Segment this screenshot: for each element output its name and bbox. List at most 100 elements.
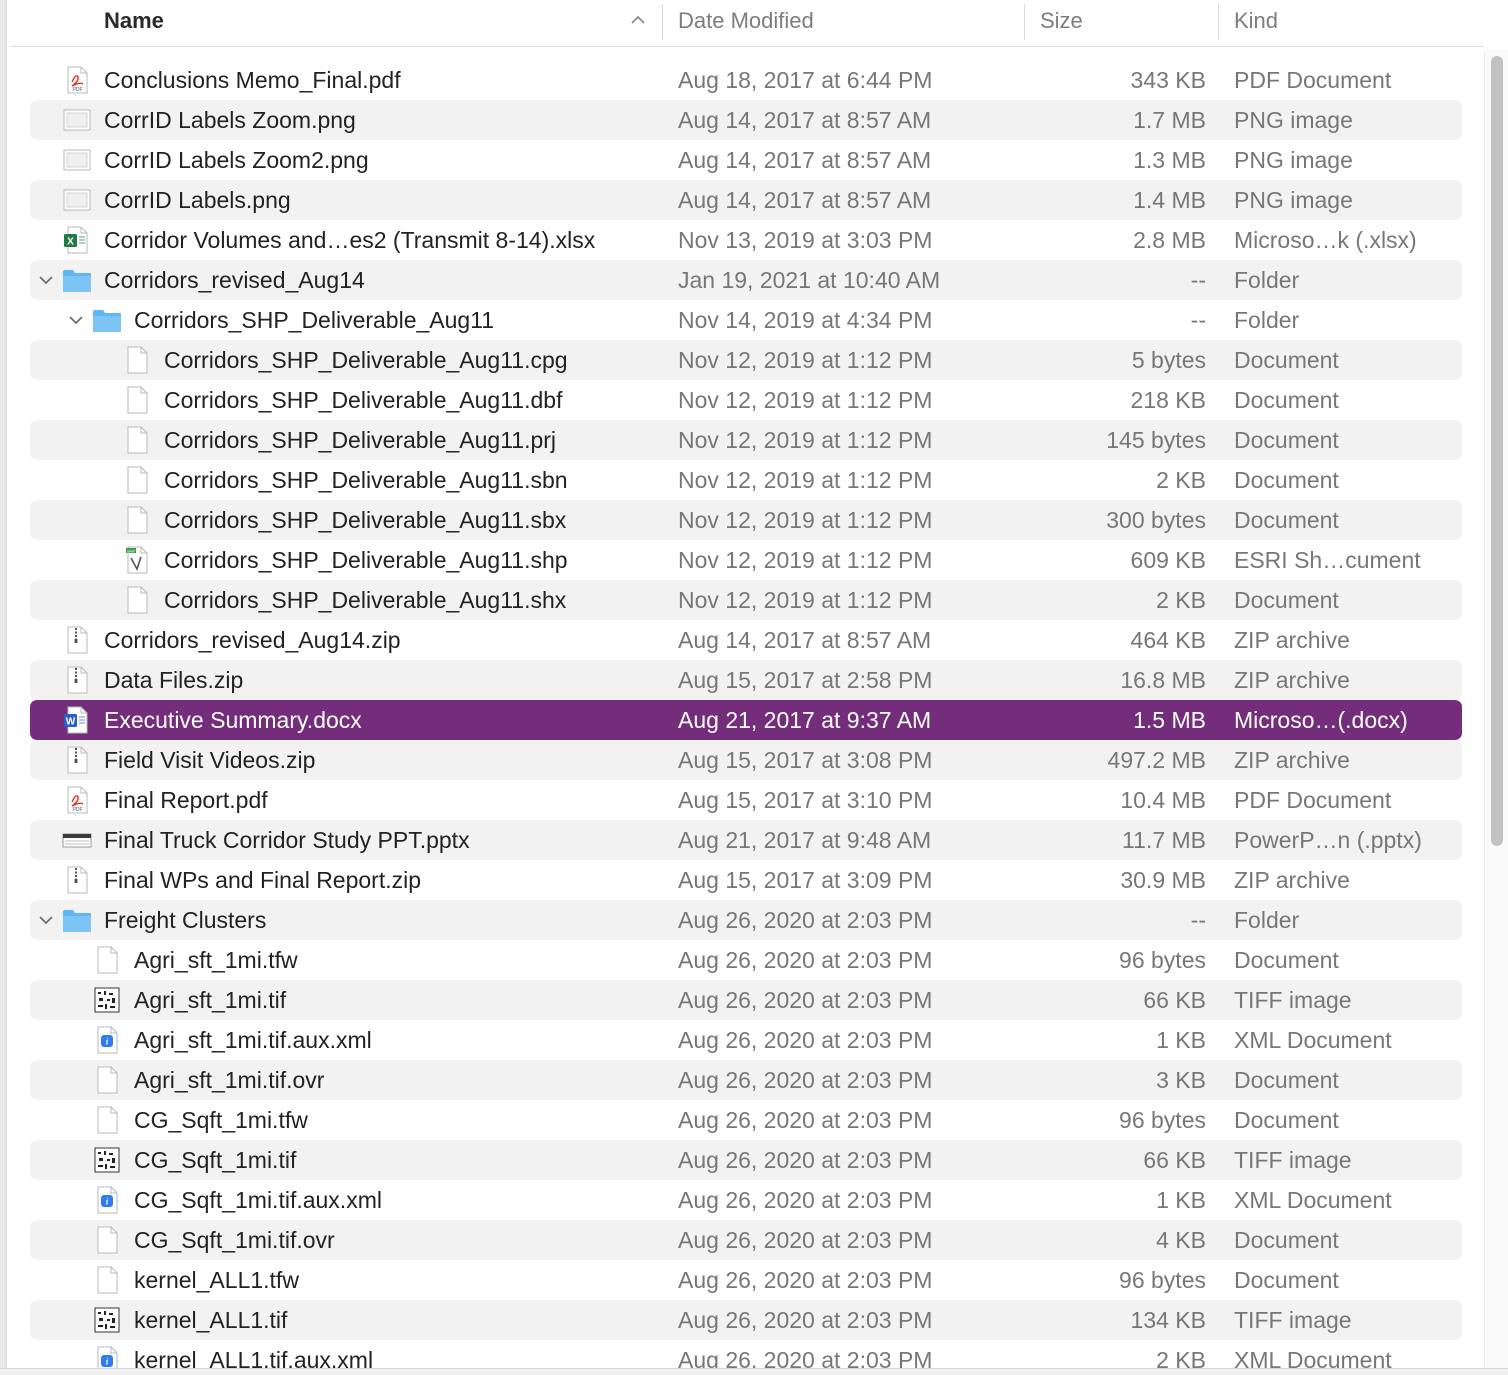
file-name[interactable]: Final Truck Corridor Study PPT.pptx — [104, 820, 470, 860]
file-row[interactable]: Agri_sft_1mi.tfw Aug 26, 2020 at 2:03 PM 9… — [30, 940, 1462, 980]
file-name[interactable]: CG_Sqft_1mi.tif.ovr — [134, 1220, 335, 1260]
file-name[interactable]: CG_Sqft_1mi.tif.aux.xml — [134, 1180, 382, 1220]
file-row[interactable]: Final Truck Corridor Study PPT.pptx Aug 2… — [30, 820, 1462, 860]
file-row[interactable]: PDF Conclusions Memo_Final.pdf Aug 18, 201… — [30, 60, 1462, 100]
file-kind: Document — [1234, 1067, 1339, 1093]
file-row[interactable]: kernel_ALL1.tif Aug 26, 2020 at 2:03 PM 13… — [30, 1300, 1462, 1340]
excel-icon: X — [64, 226, 88, 254]
file-name[interactable]: Corridors_SHP_Deliverable_Aug11.cpg — [164, 340, 568, 380]
file-row[interactable]: CorrID Labels.png Aug 14, 2017 at 8:57 AM… — [30, 180, 1462, 220]
file-name[interactable]: Corridors_SHP_Deliverable_Aug11.dbf — [164, 380, 562, 420]
file-list[interactable]: PDF Conclusions Memo_Final.pdf Aug 18, 201… — [0, 60, 1490, 1374]
file-name[interactable]: Corridors_SHP_Deliverable_Aug11 — [134, 300, 494, 340]
disclosure-chevron-down-icon[interactable] — [36, 270, 56, 290]
file-name[interactable]: Agri_sft_1mi.tif — [134, 980, 286, 1020]
zip-icon — [67, 666, 88, 694]
file-row[interactable]: Corridors_SHP_Deliverable_Aug11.cpg Nov 1… — [30, 340, 1462, 380]
file-row[interactable]: SHP Corridors_SHP_Deliverable_Aug11.shp No… — [30, 540, 1462, 580]
file-name[interactable]: Corridors_SHP_Deliverable_Aug11.shx — [164, 580, 566, 620]
date-modified: Aug 15, 2017 at 3:09 PM — [678, 867, 933, 893]
file-row[interactable]: Field Visit Videos.zip Aug 15, 2017 at 3:… — [30, 740, 1462, 780]
file-name[interactable]: Corridor Volumes and…es2 (Transmit 8-14)… — [104, 220, 595, 260]
file-name[interactable]: Corridors_revised_Aug14.zip — [104, 620, 401, 660]
file-name[interactable]: Corridors_SHP_Deliverable_Aug11.sbx — [164, 500, 566, 540]
disclosure-chevron-down-icon[interactable] — [36, 910, 56, 930]
file-name[interactable]: Final Report.pdf — [104, 780, 268, 820]
disclosure-chevron-down-icon[interactable] — [66, 310, 86, 330]
file-name[interactable]: Final WPs and Final Report.zip — [104, 860, 421, 900]
file-name[interactable]: Agri_sft_1mi.tif.aux.xml — [134, 1020, 372, 1060]
file-size: 218 KB — [1130, 387, 1206, 413]
file-row[interactable]: Corridors_SHP_Deliverable_Aug11.sbx Nov 1… — [30, 500, 1462, 540]
file-name[interactable]: CG_Sqft_1mi.tfw — [134, 1100, 308, 1140]
file-name[interactable]: Corridors_SHP_Deliverable_Aug11.sbn — [164, 460, 568, 500]
file-name[interactable]: kernel_ALL1.tfw — [134, 1260, 299, 1300]
file-row[interactable]: CG_Sqft_1mi.tif Aug 26, 2020 at 2:03 PM 66… — [30, 1140, 1462, 1180]
file-size: 2.8 MB — [1133, 227, 1206, 253]
file-row[interactable]: Agri_sft_1mi.tif.ovr Aug 26, 2020 at 2:03… — [30, 1060, 1462, 1100]
file-name[interactable]: Corridors_revised_Aug14 — [104, 260, 365, 300]
file-row[interactable]: Corridors_SHP_Deliverable_Aug11.dbf Nov 1… — [30, 380, 1462, 420]
file-row[interactable]: W Executive Summary.docx Aug 21, 2017 at 9… — [30, 700, 1462, 740]
file-name[interactable]: Data Files.zip — [104, 660, 243, 700]
vertical-scrollbar[interactable] — [1484, 50, 1508, 1374]
file-name[interactable]: CorrID Labels Zoom.png — [104, 100, 356, 140]
file-name[interactable]: Corridors_SHP_Deliverable_Aug11.prj — [164, 420, 556, 460]
file-name[interactable]: Executive Summary.docx — [104, 700, 362, 740]
folder-row[interactable]: Freight Clusters Aug 26, 2020 at 2:03 PM -… — [30, 900, 1462, 940]
column-separator[interactable] — [662, 4, 663, 40]
file-row[interactable]: CG_Sqft_1mi.tfw Aug 26, 2020 at 2:03 PM 96… — [30, 1100, 1462, 1140]
file-size: 497.2 MB — [1107, 747, 1206, 773]
file-kind: PNG image — [1234, 107, 1353, 133]
date-modified: Nov 12, 2019 at 1:12 PM — [678, 347, 933, 373]
scrollbar-thumb[interactable] — [1491, 56, 1503, 846]
file-row[interactable]: X Corridor Volumes and…es2 (Transmit 8-14… — [30, 220, 1462, 260]
file-name[interactable]: Field Visit Videos.zip — [104, 740, 315, 780]
file-name[interactable]: CorrID Labels.png — [104, 180, 291, 220]
folder-row[interactable]: Corridors_revised_Aug14 Jan 19, 2021 at 1… — [30, 260, 1462, 300]
file-name[interactable]: Agri_sft_1mi.tfw — [134, 940, 298, 980]
file-name[interactable]: Agri_sft_1mi.tif.ovr — [134, 1060, 324, 1100]
file-row[interactable]: Corridors_SHP_Deliverable_Aug11.prj Nov 1… — [30, 420, 1462, 460]
file-row[interactable]: i Agri_sft_1mi.tif.aux.xml Aug 26, 2020 at… — [30, 1020, 1462, 1060]
file-row[interactable]: Agri_sft_1mi.tif Aug 26, 2020 at 2:03 PM 6… — [30, 980, 1462, 1020]
folder-row[interactable]: Corridors_SHP_Deliverable_Aug11 Nov 14, 2… — [30, 300, 1462, 340]
file-size: -- — [1190, 307, 1206, 333]
file-name[interactable]: Conclusions Memo_Final.pdf — [104, 60, 401, 100]
file-name[interactable]: Freight Clusters — [104, 900, 266, 940]
sort-ascending-chevron-icon[interactable] — [628, 10, 648, 30]
file-row[interactable]: kernel_ALL1.tfw Aug 26, 2020 at 2:03 PM 96… — [30, 1260, 1462, 1300]
document-icon — [97, 946, 118, 974]
column-header-name[interactable]: Name — [104, 0, 164, 46]
document-icon — [127, 506, 148, 534]
file-row[interactable]: CorrID Labels Zoom2.png Aug 14, 2017 at 8… — [30, 140, 1462, 180]
file-row[interactable]: PDF Final Report.pdf Aug 15, 2017 at 3:10 … — [30, 780, 1462, 820]
file-row[interactable]: Corridors_SHP_Deliverable_Aug11.shx Nov 1… — [30, 580, 1462, 620]
file-name[interactable]: CorrID Labels Zoom2.png — [104, 140, 369, 180]
column-separator[interactable] — [1218, 4, 1219, 40]
column-header-kind[interactable]: Kind — [1234, 0, 1278, 46]
file-row[interactable]: i CG_Sqft_1mi.tif.aux.xml Aug 26, 2020 at … — [30, 1180, 1462, 1220]
document-icon — [97, 1106, 118, 1134]
column-separator[interactable] — [1024, 4, 1025, 40]
date-modified: Aug 26, 2020 at 2:03 PM — [678, 1187, 933, 1213]
date-modified: Aug 26, 2020 at 2:03 PM — [678, 1227, 933, 1253]
file-size: 343 KB — [1130, 67, 1206, 93]
file-name[interactable]: Corridors_SHP_Deliverable_Aug11.shp — [164, 540, 568, 580]
date-modified: Aug 15, 2017 at 2:58 PM — [678, 667, 933, 693]
column-header-size[interactable]: Size — [1040, 0, 1083, 46]
file-row[interactable]: CorrID Labels Zoom.png Aug 14, 2017 at 8:… — [30, 100, 1462, 140]
file-kind: Document — [1234, 947, 1339, 973]
file-row[interactable]: Data Files.zip Aug 15, 2017 at 2:58 PM 16.… — [30, 660, 1462, 700]
column-header-date-modified[interactable]: Date Modified — [678, 0, 814, 46]
file-row[interactable]: CG_Sqft_1mi.tif.ovr Aug 26, 2020 at 2:03 … — [30, 1220, 1462, 1260]
date-modified: Aug 26, 2020 at 2:03 PM — [678, 907, 933, 933]
file-row[interactable]: Corridors_SHP_Deliverable_Aug11.sbn Nov 1… — [30, 460, 1462, 500]
tiff-icon — [94, 987, 120, 1013]
file-row[interactable]: Corridors_revised_Aug14.zip Aug 14, 2017 … — [30, 620, 1462, 660]
file-name[interactable]: CG_Sqft_1mi.tif — [134, 1140, 296, 1180]
file-row[interactable]: Final WPs and Final Report.zip Aug 15, 20… — [30, 860, 1462, 900]
shapefile-icon: SHP — [126, 546, 148, 574]
file-name[interactable]: kernel_ALL1.tif — [134, 1300, 287, 1340]
folder-icon — [93, 310, 121, 332]
